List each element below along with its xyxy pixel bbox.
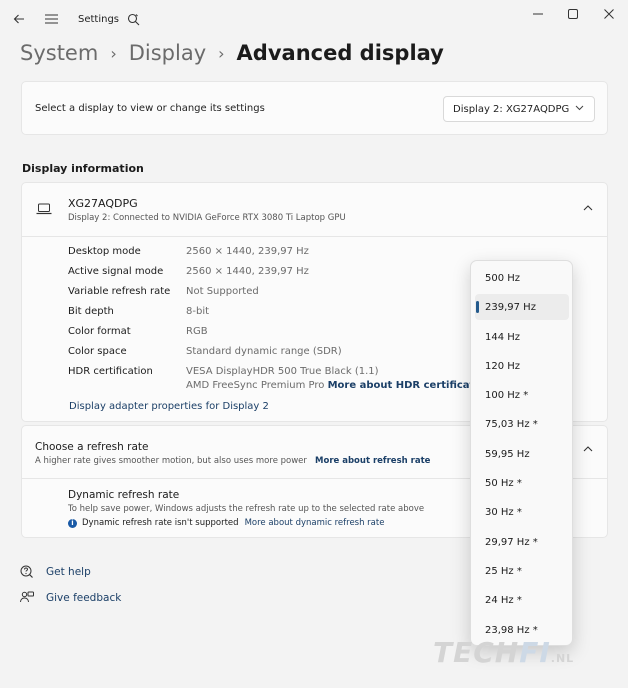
info-icon: i	[68, 518, 77, 528]
watermark-part: .NL	[550, 652, 575, 665]
hdr-freesync-text: AMD FreeSync Premium Pro	[186, 380, 325, 391]
page-title: Advanced display	[236, 41, 444, 65]
refresh-rate-option[interactable]: 50 Hz *	[475, 470, 569, 496]
dynamic-refresh-rate-note: i Dynamic refresh rate isn't supported M…	[68, 518, 384, 528]
info-key: Desktop mode	[68, 246, 141, 257]
give-feedback-link[interactable]: Give feedback	[20, 591, 121, 605]
back-button[interactable]	[6, 6, 32, 32]
refresh-rate-option[interactable]: 120 Hz	[475, 353, 569, 379]
refresh-rate-option[interactable]: 75,03 Hz *	[475, 411, 569, 437]
refresh-rate-dropdown-list: 500 Hz 239,97 Hz 144 Hz 120 Hz 100 Hz * …	[470, 260, 573, 646]
info-value: 2560 × 1440, 239,97 Hz	[186, 246, 309, 257]
display-information-heading: Display information	[22, 162, 144, 175]
refresh-rate-option[interactable]: 144 Hz	[475, 324, 569, 350]
info-key: Bit depth	[68, 306, 114, 317]
refresh-rate-option-label: 239,97 Hz	[485, 301, 536, 313]
display-select-card: Select a display to view or change its s…	[21, 81, 608, 135]
info-key: Variable refresh rate	[68, 286, 171, 297]
refresh-rate-option[interactable]: 24 Hz *	[475, 587, 569, 613]
minimize-icon	[533, 13, 543, 15]
refresh-rate-subtitle-text: A higher rate gives smoother motion, but…	[35, 456, 307, 466]
info-value: Not Supported	[186, 286, 259, 297]
refresh-rate-option[interactable]: 25 Hz *	[475, 558, 569, 584]
menu-button[interactable]	[38, 6, 64, 32]
display-info-header[interactable]: XG27AQDPG Display 2: Connected to NVIDIA…	[22, 183, 607, 237]
close-button[interactable]	[593, 4, 625, 24]
hdr-line-2: AMD FreeSync Premium Pro More about HDR …	[186, 380, 492, 391]
close-icon	[604, 9, 614, 19]
chevron-down-icon	[575, 105, 584, 111]
title-bar: Settings	[0, 0, 628, 40]
info-value: VESA DisplayHDR 500 True Black (1.1)	[186, 366, 379, 377]
refresh-rate-subtitle: A higher rate gives smoother motion, but…	[35, 456, 430, 466]
info-value: 2560 × 1440, 239,97 Hz	[186, 266, 309, 277]
maximize-icon	[568, 9, 578, 19]
watermark-part: TECH	[433, 636, 520, 669]
back-arrow-icon	[13, 14, 24, 24]
refresh-rate-option[interactable]: 59,95 Hz	[475, 441, 569, 467]
info-key: Active signal mode	[68, 266, 164, 277]
display-name: XG27AQDPG	[68, 197, 138, 210]
refresh-rate-option[interactable]: 29,97 Hz *	[475, 529, 569, 555]
dynamic-refresh-rate-title: Dynamic refresh rate	[68, 489, 180, 501]
window-title: Settings	[78, 14, 120, 25]
info-value: RGB	[186, 326, 208, 337]
display-select-dropdown[interactable]: Display 2: XG27AQDPG	[443, 96, 595, 122]
dynamic-refresh-rate-description: To help save power, Windows adjusts the …	[68, 504, 425, 514]
display-adapter-properties-link[interactable]: Display adapter properties for Display 2	[69, 401, 269, 412]
info-key: Color format	[68, 326, 131, 337]
watermark-logo: TECHFI.NL	[433, 636, 574, 669]
refresh-rate-option-selected[interactable]: 239,97 Hz	[475, 294, 569, 320]
info-value: 8-bit	[186, 306, 210, 317]
get-help-label: Get help	[46, 566, 91, 578]
info-key: HDR certification	[68, 366, 153, 377]
display-select-label: Select a display to view or change its s…	[35, 103, 265, 114]
chevron-up-icon	[583, 446, 593, 452]
maximize-button[interactable]	[557, 4, 589, 24]
display-connection: Display 2: Connected to NVIDIA GeForce R…	[68, 213, 346, 223]
refresh-rate-option[interactable]: 100 Hz *	[475, 382, 569, 408]
chevron-right-icon: ›	[218, 43, 225, 63]
laptop-icon	[36, 203, 52, 215]
refresh-rate-option[interactable]: 30 Hz *	[475, 499, 569, 525]
hamburger-menu-icon	[44, 14, 58, 24]
hdr-certification-link[interactable]: More about HDR certification	[328, 380, 492, 391]
help-icon	[20, 565, 33, 578]
get-help-link[interactable]: Get help	[20, 565, 91, 579]
refresh-rate-option[interactable]: 500 Hz	[475, 265, 569, 291]
chevron-right-icon: ›	[110, 43, 117, 63]
more-about-dynamic-refresh-link[interactable]: More about dynamic refresh rate	[245, 518, 385, 528]
search-settings-button[interactable]	[120, 6, 146, 32]
feedback-icon	[20, 591, 34, 603]
breadcrumb-system[interactable]: System	[20, 41, 98, 65]
give-feedback-label: Give feedback	[46, 592, 122, 604]
breadcrumb-display[interactable]: Display	[129, 41, 206, 65]
refresh-rate-title: Choose a refresh rate	[35, 441, 149, 453]
breadcrumb: System › Display › Advanced display	[20, 38, 444, 68]
watermark-part: FI	[519, 636, 551, 669]
info-value: Standard dynamic range (SDR)	[186, 346, 342, 357]
display-select-value: Display 2: XG27AQDPG	[453, 103, 570, 115]
search-icon	[127, 13, 139, 25]
info-key: Color space	[68, 346, 127, 357]
dynamic-refresh-unsupported-text: Dynamic refresh rate isn't supported	[82, 518, 239, 528]
more-about-refresh-rate-link[interactable]: More about refresh rate	[315, 456, 430, 466]
chevron-up-icon	[583, 205, 593, 211]
selection-indicator	[476, 301, 479, 313]
minimize-button[interactable]	[522, 4, 554, 24]
